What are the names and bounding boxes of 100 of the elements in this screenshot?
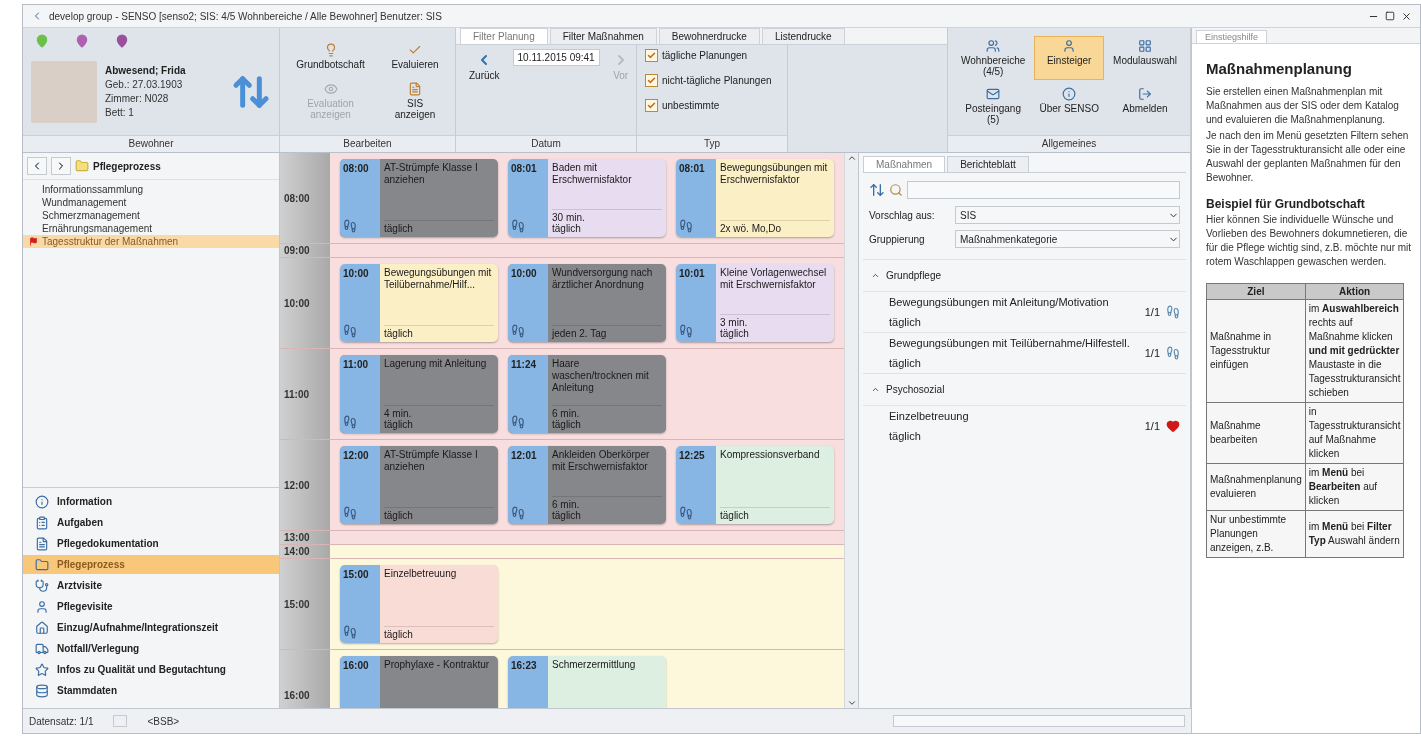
schedule-card[interactable]: 10:01 Kleine Vorlagenwechsel mit Erschwernisfaktor 3 min. täglich	[676, 264, 834, 342]
back-button[interactable]: Zurück	[464, 49, 505, 84]
ribbon-button[interactable]: Posteingang (5)	[956, 83, 1031, 128]
checkbox[interactable]	[645, 74, 658, 87]
chevron-down-icon	[846, 698, 857, 708]
schedule-card[interactable]: 15:00 Einzelbetreuung täglich	[340, 565, 498, 643]
person-icon	[35, 599, 49, 614]
scrollbar[interactable]	[844, 153, 858, 708]
ribbon-button[interactable]: Grundbotschaft	[288, 40, 374, 73]
group-header[interactable]: Grundpflege	[863, 259, 1186, 291]
menu-item[interactable]: Einzug/Aufnahme/Integrationszeit	[23, 618, 279, 637]
tree-item[interactable]: Tagesstruktur der Maßnahmen	[23, 235, 279, 248]
schedule-card[interactable]: 12:01 Ankleiden Oberkörper mit Erschwernisfaktor 6 min. täglich	[508, 446, 666, 524]
schedule-card[interactable]: 16:23 Schmerzermittlung	[508, 656, 666, 708]
search-field[interactable]	[907, 181, 1180, 199]
maximize-icon[interactable]	[1385, 11, 1395, 21]
checkbox-option[interactable]: nicht-tägliche Planungen	[645, 74, 772, 87]
pin-icon[interactable]	[115, 34, 129, 48]
date-field[interactable]: 10.11.2015 09:41	[512, 49, 600, 66]
schedule-card[interactable]: 08:01 Baden mit Erschwernisfaktor 30 min. täglich	[508, 159, 666, 237]
checkbox[interactable]	[645, 99, 658, 112]
database-icon	[35, 683, 49, 698]
hour-label: 14:00	[284, 546, 310, 557]
tree-item[interactable]: Informationssammlung	[23, 183, 279, 196]
card-title: AT-Strümpfe Klasse I anziehen	[384, 449, 479, 473]
card-title: Schmerzermittlung	[552, 659, 637, 671]
card-frequency: täglich	[384, 223, 414, 234]
menu-item[interactable]: Arztvisite	[23, 576, 279, 595]
checkbox[interactable]	[645, 49, 658, 62]
ribbon-button[interactable]: Einsteiger	[1034, 35, 1105, 80]
menu-item[interactable]: Pflegevisite	[23, 597, 279, 616]
ribbon-button[interactable]: SIS anzeigen	[383, 79, 447, 123]
schedule-card[interactable]: 16:00 Prophylaxe - Kontraktur	[340, 656, 498, 708]
menu-item[interactable]: Notfall/Verlegung	[23, 639, 279, 658]
schedule-card[interactable]: 11:24 Haare waschen/trocknen mit Anleitung 6 min. täglich	[508, 355, 666, 433]
card-title: Einzelbetreuung	[384, 568, 458, 580]
schedule-card[interactable]: 10:00 Bewegungsübungen mit Teilübernahme/Hilf... täglich	[340, 264, 498, 342]
ribbon-tab[interactable]: Listendrucke	[761, 28, 845, 44]
ribbon-tab[interactable]: Filter Planung	[460, 28, 548, 44]
resident-name: Abwesend; Frida	[105, 65, 186, 76]
tree-item[interactable]: Ernährungsmanagement	[23, 222, 279, 235]
table-cell: Maßnahmenplanung evaluieren	[1206, 463, 1306, 511]
measure-item[interactable]: Einzelbetreuung täglich 1/1	[863, 405, 1186, 446]
ribbon-button[interactable]: Modulauswahl	[1108, 35, 1182, 80]
menu-item[interactable]: Infos zu Qualität und Begutachtung	[23, 660, 279, 679]
panel-tab[interactable]: Maßnahmen	[863, 156, 946, 172]
schedule-card[interactable]: 12:25 Kompressionsverband täglich	[676, 446, 834, 524]
schedule-card[interactable]: 08:00 AT-Strümpfe Klasse I anziehen täglich	[340, 159, 498, 237]
ribbon-button[interactable]: Über SENSO	[1034, 83, 1105, 128]
footprints-icon	[511, 219, 525, 233]
measure-item[interactable]: Bewegungsübungen mit Teilübernahme/Hilfestell. täglich 1/1	[863, 332, 1186, 373]
ribbon-tab[interactable]: Bewohnerdrucke	[658, 28, 760, 44]
menu-item[interactable]: Stammdaten	[23, 681, 279, 700]
up-down-arrow-icon[interactable]	[869, 182, 885, 198]
menu-item[interactable]: Pflegeprozess	[23, 555, 279, 574]
dropdown[interactable]: Maßnahmenkategorie	[955, 230, 1180, 248]
card-title: Prophylaxe - Kontraktur	[384, 659, 491, 671]
panel-tab[interactable]: Berichteblatt	[947, 156, 1029, 172]
record-count: Datensatz: 1/1	[29, 715, 94, 727]
document-icon	[35, 536, 49, 551]
ribbon-button[interactable]: Evaluieren	[383, 40, 447, 73]
back-button[interactable]	[27, 157, 47, 175]
search-icon	[889, 183, 903, 197]
pin-icon[interactable]	[75, 34, 89, 48]
card-frequency: täglich	[552, 223, 582, 234]
menu-item[interactable]: Information	[23, 492, 279, 511]
close-icon[interactable]	[1401, 10, 1412, 22]
hour-label: 09:00	[284, 245, 310, 256]
help-tab[interactable]: Einstiegshilfe	[1196, 30, 1268, 43]
pin-icon[interactable]	[35, 34, 49, 48]
field-label: Vorschlag aus:	[869, 209, 936, 221]
person-icon	[1062, 38, 1077, 53]
ribbon-button[interactable]: Abmelden	[1108, 83, 1182, 128]
card-time: 11:24	[511, 359, 538, 370]
footprints-icon	[343, 219, 357, 233]
schedule-card[interactable]: 12:00 AT-Strümpfe Klasse I anziehen täglich	[340, 446, 498, 524]
tree-item[interactable]: Wundmanagement	[23, 196, 279, 209]
group-header[interactable]: Psychosozial	[863, 373, 1186, 405]
measure-item[interactable]: Bewegungsübungen mit Anleitung/Motivation täglich 1/1	[863, 291, 1186, 332]
footprints-icon	[343, 415, 357, 429]
card-time: 12:00	[343, 450, 370, 461]
checkbox-option[interactable]: unbestimmte	[645, 99, 720, 112]
schedule-card[interactable]: 11:00 Lagerung mit Anleitung 4 min. täglich	[340, 355, 498, 433]
card-time: 08:00	[343, 163, 370, 174]
menu-item[interactable]: Pflegedokumentation	[23, 534, 279, 553]
menu-item[interactable]: Aufgaben	[23, 513, 279, 532]
forward-button[interactable]	[51, 157, 71, 175]
resident-detail: Bett: 1	[105, 107, 135, 118]
tree-item[interactable]: Schmerzmanagement	[23, 209, 279, 222]
card-duration: 4 min.	[384, 408, 413, 419]
ribbon-tab[interactable]: Filter Maßnahmen	[549, 28, 657, 44]
ribbon-button[interactable]: Wohnbereiche (4/5)	[956, 35, 1031, 80]
navigator-title: Pflegeprozess	[93, 160, 161, 172]
card-time: 10:00	[343, 268, 370, 279]
card-time: 12:01	[511, 450, 538, 461]
hour-label: 13:00	[284, 532, 310, 543]
resident-detail: Zimmer: N028	[105, 93, 170, 104]
checkbox-option[interactable]: tägliche Planungen	[645, 49, 748, 62]
card-time: 10:00	[511, 268, 538, 279]
dropdown[interactable]: SIS	[955, 206, 1180, 224]
